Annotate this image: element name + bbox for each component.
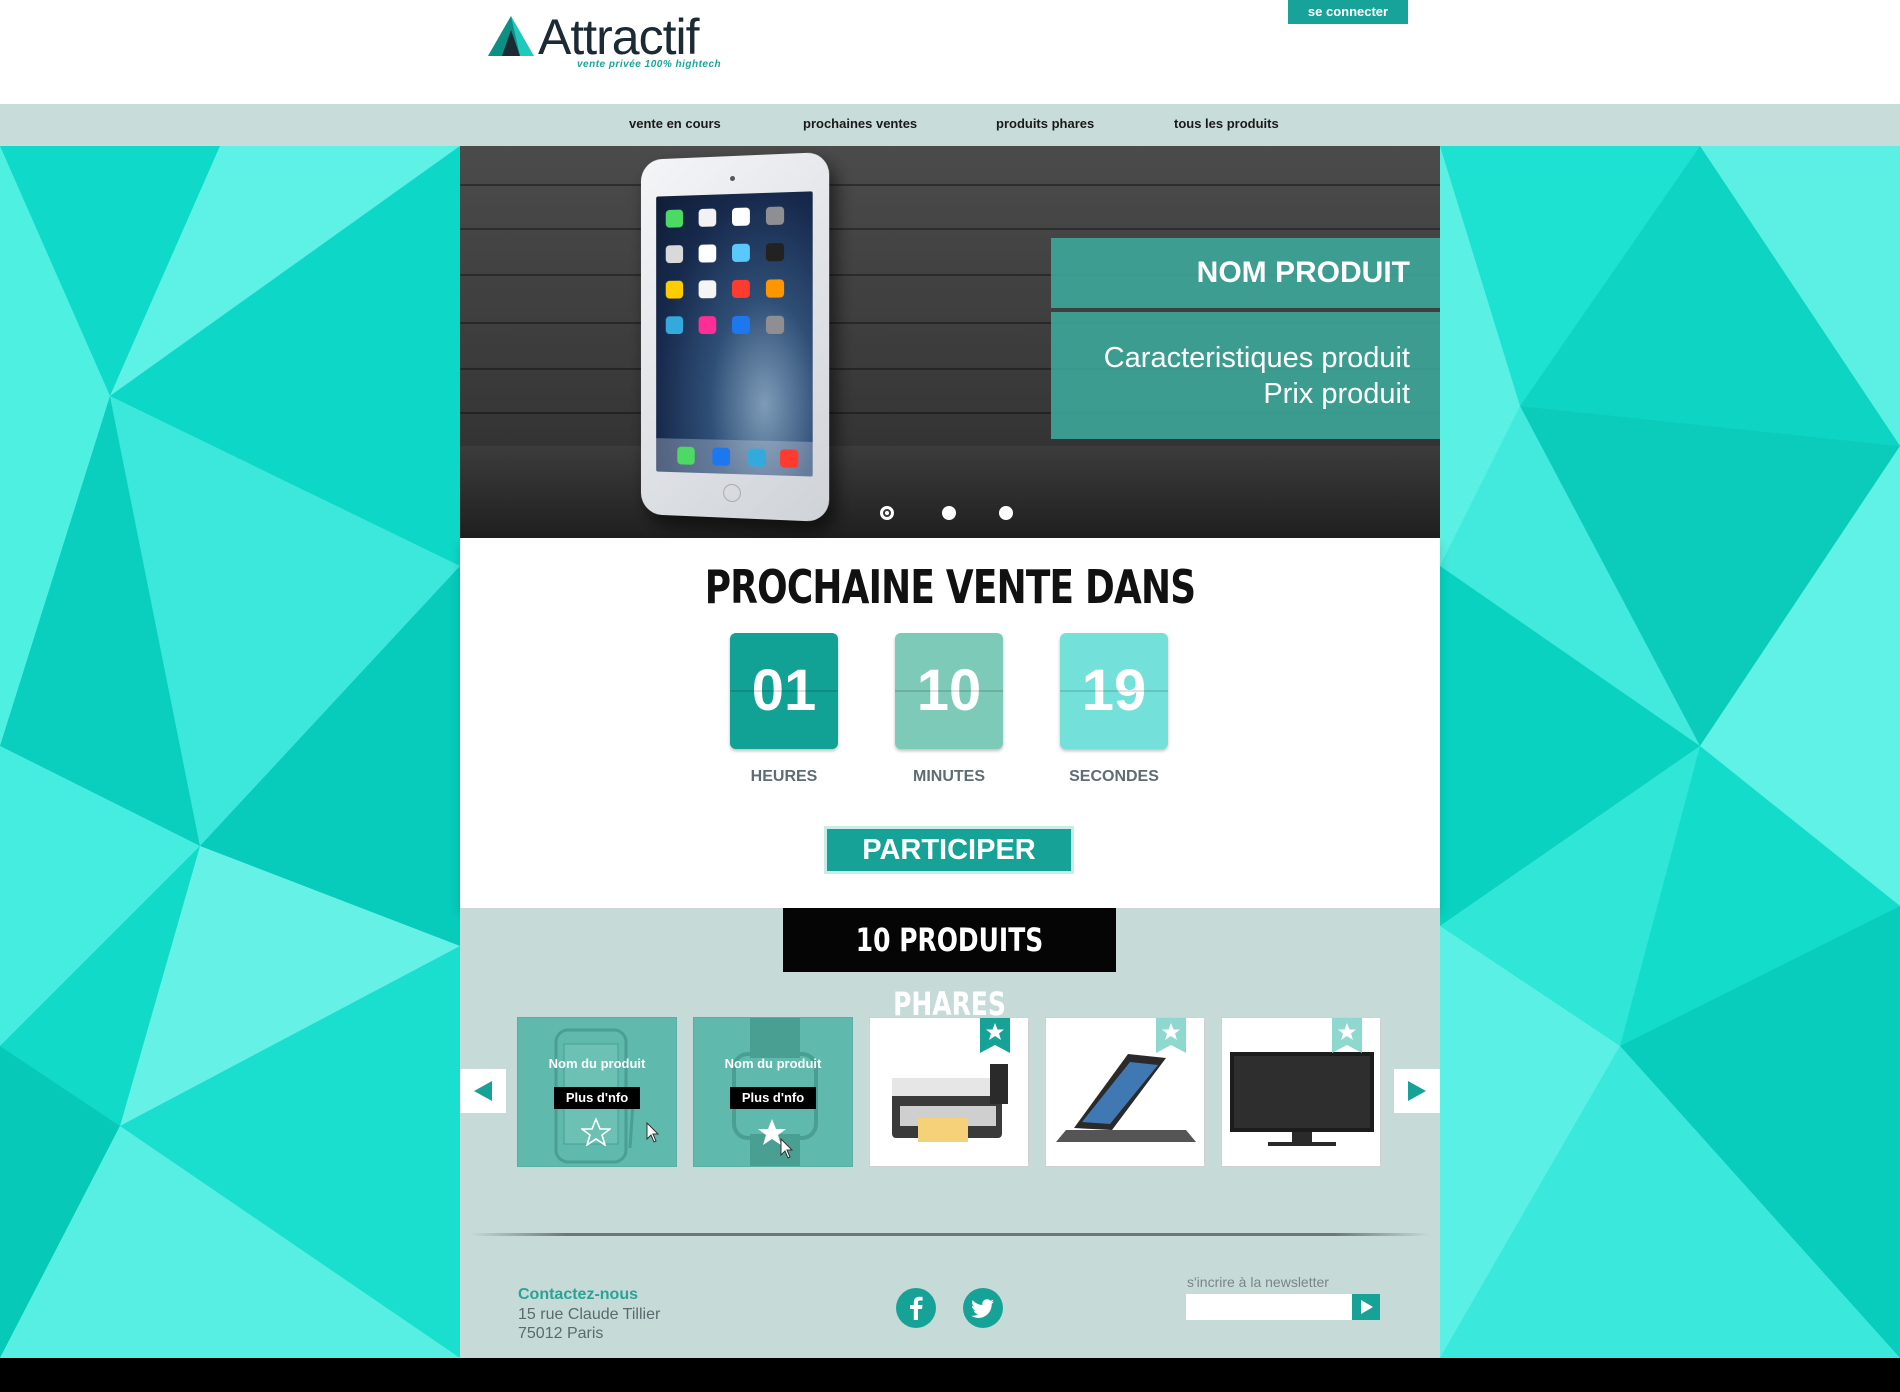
product-card[interactable] [1221,1017,1381,1167]
app-icon [732,244,750,262]
app-icon [699,244,717,262]
carousel-prev-button[interactable] [460,1069,506,1113]
wood-plank [460,184,1440,186]
hours-label: HEURES [730,768,838,786]
tablet-screen [656,191,813,476]
favorite-ribbon-inactive[interactable] [1332,1017,1362,1057]
cursor-icon [780,1138,794,1160]
favorite-ribbon-inactive[interactable] [1156,1017,1186,1057]
contact-title: Contactez-nous [518,1286,638,1304]
seconds-label: SECONDES [1060,768,1168,786]
twitter-button[interactable] [963,1288,1003,1328]
app-icon [732,207,750,226]
app-icon [699,209,717,227]
hero-product-image [641,152,829,522]
app-icon [666,281,683,299]
play-arrow-icon [1352,1294,1380,1320]
hero-slider[interactable]: NOM PRODUIT Caracteristiques produit Pri… [460,146,1440,538]
tablet-home-button [723,484,741,503]
app-icon [699,280,717,298]
star-outline-icon[interactable] [581,1118,611,1146]
login-button[interactable]: se connecter [1288,0,1408,24]
hero-product-name: NOM PRODUIT [1197,256,1410,290]
address-line-2: 75012 Paris [518,1325,603,1343]
app-icon [677,447,694,465]
logo-triangle-icon [488,16,534,56]
wood-plank [460,228,1440,230]
tablet-dock [656,438,813,476]
product-card[interactable] [869,1017,1029,1167]
tablet-camera [730,176,735,181]
product-card-name: Nom du produit [694,1056,852,1071]
product-more-info-button[interactable]: Plus d'nfo [730,1087,816,1109]
footer-divider [470,1233,1430,1236]
countdown-title: PROCHAINE VENTE DANS [568,560,1332,614]
featured-title: 10 PRODUITS PHARES [783,908,1116,972]
hero-floor [460,446,1440,538]
app-icon [780,449,798,468]
slider-dot-1[interactable] [880,506,894,520]
carousel-next-button[interactable] [1394,1069,1440,1113]
facebook-icon [896,1288,936,1328]
site-header: Attractif vente privée 100% hightech se … [0,0,1900,104]
seconds-tile: 19 [1060,633,1168,749]
arrow-left-icon [472,1080,494,1102]
bottom-bar [0,1358,1900,1392]
hours-tile: 01 [730,633,838,749]
app-icon [732,316,750,334]
facebook-button[interactable] [896,1288,936,1328]
app-grid [666,206,805,334]
favorite-ribbon-active[interactable] [980,1017,1010,1057]
slider-dot-3[interactable] [999,506,1013,520]
address-line-1: 15 rue Claude Tillier [518,1306,660,1324]
cursor-icon [646,1122,660,1144]
hero-product-price: Prix produit [1263,376,1410,412]
product-card[interactable] [1045,1017,1205,1167]
app-icon [766,243,784,262]
countdown-section: PROCHAINE VENTE DANS 01 HEURES 10 MINUTE… [460,538,1440,908]
main-nav: vente en cours prochaines ventes produit… [0,104,1900,146]
main-content: NOM PRODUIT Caracteristiques produit Pri… [460,146,1440,1358]
product-more-info-button[interactable]: Plus d'nfo [554,1087,640,1109]
product-card[interactable]: Nom du produit Plus d'nfo [517,1017,677,1167]
participate-button[interactable]: PARTICIPER [824,826,1074,874]
hero-product-specs: Caracteristiques produit [1104,340,1410,376]
nav-item-prochaines-ventes[interactable]: prochaines ventes [803,104,917,146]
app-icon [699,316,717,334]
logo-tagline: vente privée 100% hightech [577,59,721,70]
logo-text: Attractif [538,8,698,66]
twitter-icon [963,1288,1003,1328]
newsletter-submit-button[interactable] [1352,1294,1380,1320]
hero-title-panel: NOM PRODUIT [1051,238,1440,308]
newsletter-label: s'incrire à la newsletter [1187,1274,1329,1290]
hero-info-panel: Caracteristiques produit Prix produit [1051,312,1440,439]
arrow-right-icon [1406,1080,1428,1102]
minutes-tile: 10 [895,633,1003,749]
app-icon [748,448,766,467]
nav-item-vente-en-cours[interactable]: vente en cours [629,104,721,146]
app-icon [712,447,730,465]
nav-item-produits-phares[interactable]: produits phares [996,104,1094,146]
app-icon [666,316,683,334]
product-card-name: Nom du produit [518,1056,676,1071]
app-icon [666,210,683,228]
minutes-label: MINUTES [895,768,1003,786]
product-card[interactable]: Nom du produit Plus d'nfo [693,1017,853,1167]
slider-dot-2[interactable] [942,506,956,520]
app-icon [666,245,683,263]
app-icon [732,280,750,298]
app-icon [766,206,784,225]
logo[interactable]: Attractif vente privée 100% hightech [488,12,738,74]
nav-item-tous-les-produits[interactable]: tous les produits [1174,104,1279,146]
featured-products-section: 10 PRODUITS PHARES Nom du produit Plus d… [460,908,1440,1358]
newsletter-email-input[interactable] [1186,1294,1352,1320]
app-icon [766,279,784,297]
app-icon [766,316,784,334]
